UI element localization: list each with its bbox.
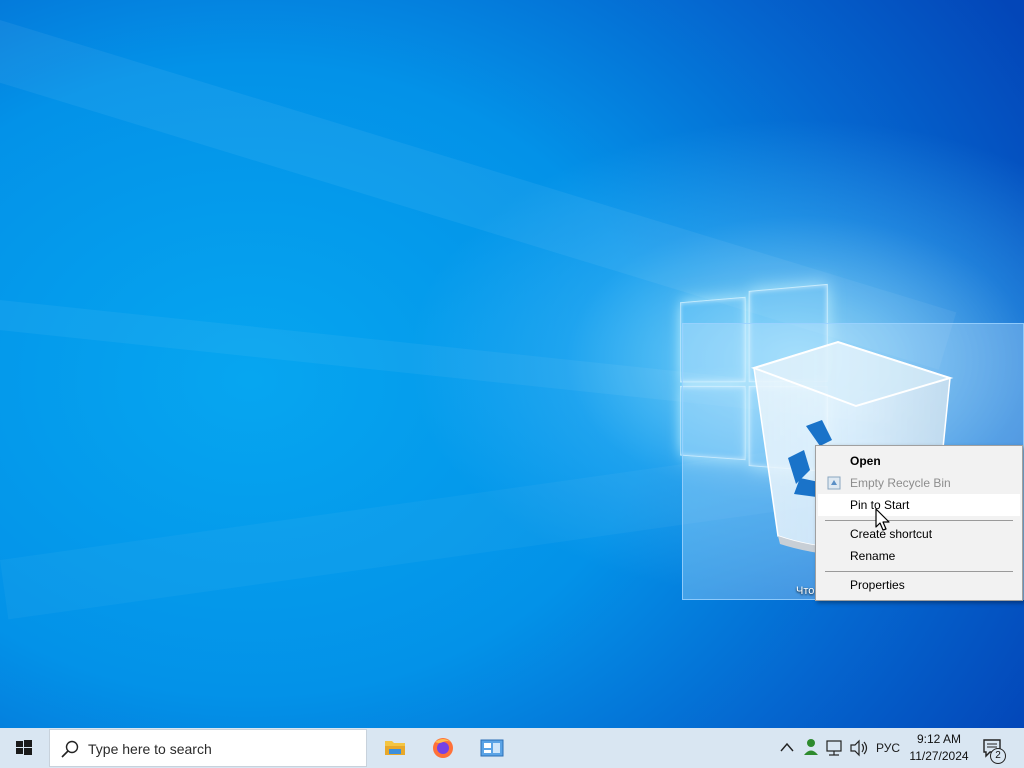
- notification-count-badge: 2: [990, 748, 1006, 764]
- menu-separator: [825, 571, 1013, 572]
- search-icon: [61, 740, 79, 758]
- menu-item-pin-to-start[interactable]: Pin to Start: [818, 494, 1020, 516]
- clock-time: 9:12 AM: [916, 732, 962, 746]
- menu-item-properties[interactable]: Properties: [818, 574, 1020, 596]
- context-menu: Open Empty Recycle Bin Pin to Start Crea…: [815, 445, 1023, 601]
- control-panel-icon[interactable]: [467, 728, 515, 768]
- hand-cursor-icon: [875, 508, 890, 531]
- menu-item-label: Rename: [850, 549, 896, 563]
- menu-item-label: Empty Recycle Bin: [850, 476, 951, 490]
- menu-item-create-shortcut[interactable]: Create shortcut: [818, 523, 1020, 545]
- search-box[interactable]: Type here to search: [49, 729, 367, 767]
- language-indicator[interactable]: РУС: [876, 728, 900, 768]
- user-network-icon[interactable]: [800, 728, 822, 768]
- clock-date: 11/27/2024: [909, 749, 969, 763]
- menu-separator: [825, 520, 1013, 521]
- firefox-icon[interactable]: [419, 728, 467, 768]
- notification-center-button[interactable]: 2: [980, 728, 1008, 768]
- windows-start-icon[interactable]: [0, 728, 48, 768]
- menu-item-label: Properties: [850, 578, 905, 592]
- file-explorer-icon[interactable]: [371, 728, 419, 768]
- menu-item-label: Open: [850, 454, 881, 468]
- taskbar: Type here to search РУС 9:12 AM 11/27/20…: [0, 728, 1024, 768]
- menu-item-empty-recycle-bin[interactable]: Empty Recycle Bin: [818, 472, 1020, 494]
- recycle-bin-label: Что: [796, 585, 815, 597]
- menu-item-open[interactable]: Open: [818, 450, 1020, 472]
- menu-item-rename[interactable]: Rename: [818, 545, 1020, 567]
- clock[interactable]: 9:12 AM 11/27/2024: [906, 731, 972, 765]
- desktop[interactable]: Что Open Empty Recycle Bin Pin to Start …: [0, 0, 1024, 728]
- search-placeholder: Type here to search: [88, 741, 212, 757]
- chevron-up-icon[interactable]: [778, 728, 796, 768]
- network-icon[interactable]: [824, 728, 846, 768]
- shield-icon: [827, 476, 841, 490]
- volume-icon[interactable]: [848, 728, 870, 768]
